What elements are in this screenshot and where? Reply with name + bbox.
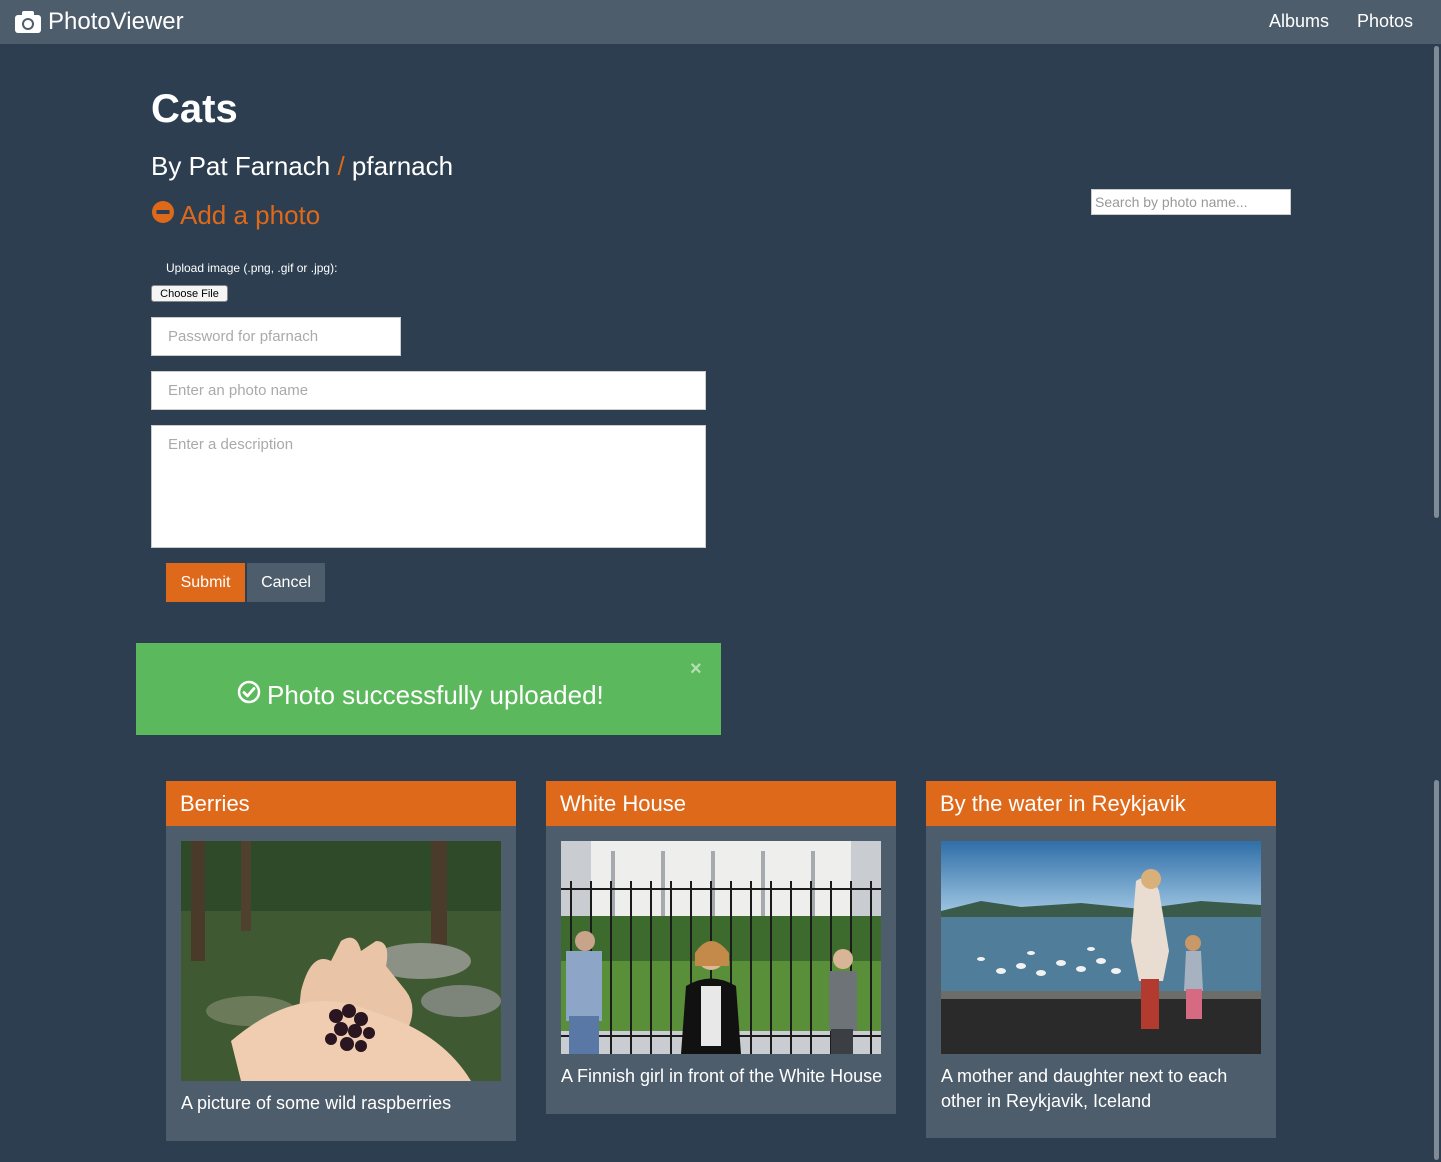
photo-card-title: By the water in Reykjavik (926, 781, 1276, 826)
nav-photos-link[interactable]: Photos (1357, 10, 1413, 32)
photo-name-field[interactable] (151, 371, 706, 410)
photo-card[interactable]: White House A Finnish girl in front of t… (546, 781, 896, 1114)
photo-reykjavik[interactable] (941, 841, 1261, 1054)
photo-search-input[interactable] (1091, 189, 1291, 215)
photo-card-description: A mother and daughter next to each other… (941, 1066, 1228, 1111)
nav-albums-link[interactable]: Albums (1269, 10, 1329, 32)
upload-label: Upload image (.png, .gif or .jpg): (166, 261, 338, 275)
album-title: Cats (151, 87, 238, 131)
add-photo-label: Add a photo (180, 200, 321, 230)
password-field[interactable] (151, 317, 401, 356)
author-username: pfarnach (351, 151, 454, 181)
photo-card-description: A picture of some wild raspberries (181, 1093, 452, 1113)
photo-card[interactable]: Berries A picture of some wild raspberri… (166, 781, 516, 1141)
photo-berries[interactable] (181, 841, 501, 1081)
photo-card-title: White House (546, 781, 896, 826)
photo-white-house[interactable] (561, 841, 881, 1054)
alert-message: Photo successfully uploaded! (237, 678, 604, 712)
description-field[interactable] (151, 425, 706, 548)
author-name: By Pat Farnach (151, 151, 331, 181)
scrollbar-thumb[interactable] (1434, 46, 1439, 518)
photo-card[interactable]: By the water in Reykjavik A mother and d… (926, 781, 1276, 1138)
brand-link[interactable]: PhotoViewer (14, 7, 184, 37)
photo-card-description: A Finnish girl in front of the White Hou… (561, 1066, 883, 1086)
alert-text: Photo successfully uploaded! (267, 679, 604, 710)
navbar: PhotoViewer Albums Photos (0, 0, 1441, 44)
add-photo-toggle[interactable]: Add a photo (151, 199, 320, 231)
cancel-button[interactable]: Cancel (247, 563, 325, 602)
album-byline: By Pat Farnach / pfarnach (151, 150, 453, 182)
scrollbar-thumb-lower[interactable] (1434, 780, 1439, 1160)
brand-name: PhotoViewer (48, 8, 184, 35)
check-circle-icon (237, 680, 261, 711)
choose-file-button[interactable]: Choose File (151, 285, 228, 302)
photo-card-title: Berries (166, 781, 516, 826)
byline-separator: / (337, 151, 345, 181)
submit-button[interactable]: Submit (166, 563, 245, 602)
minus-circle-icon (151, 199, 175, 231)
camera-icon (14, 10, 42, 34)
close-icon[interactable]: × (690, 657, 702, 681)
